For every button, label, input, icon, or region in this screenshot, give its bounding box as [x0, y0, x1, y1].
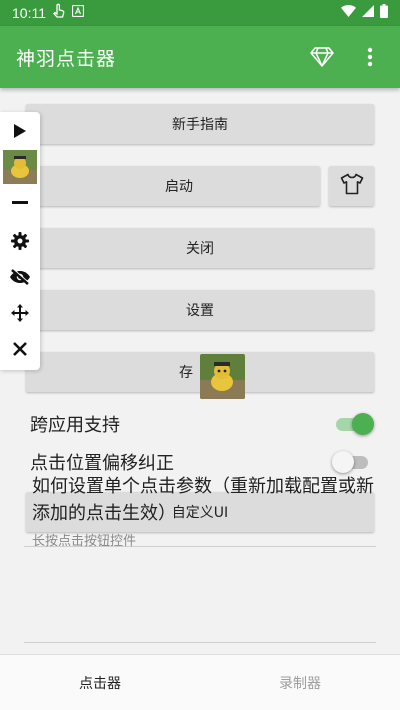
app-a-icon — [71, 4, 85, 21]
cross-app-row: 跨应用支持 — [30, 406, 374, 442]
tab-recorder[interactable]: 录制器 — [200, 655, 400, 710]
bottom-nav: 点击器 录制器 — [0, 654, 400, 710]
play-icon[interactable] — [0, 116, 40, 146]
wifi-icon — [341, 5, 356, 21]
theme-button[interactable] — [329, 166, 374, 206]
tshirt-icon — [340, 173, 364, 199]
signal-icon — [362, 5, 374, 21]
tab-clicker[interactable]: 点击器 — [0, 655, 200, 710]
close-button[interactable]: 关闭 — [26, 228, 374, 268]
divider — [24, 642, 376, 643]
avatar-thumbnail[interactable] — [0, 150, 40, 184]
floating-target-thumbnail[interactable] — [200, 354, 245, 399]
close-icon[interactable] — [0, 334, 40, 364]
offset-fix-label: 点击位置偏移纠正 — [30, 453, 174, 474]
start-button[interactable]: 启动 — [38, 166, 320, 206]
cross-app-switch[interactable] — [334, 413, 374, 435]
save-button-label: 存 — [179, 365, 193, 381]
eye-off-icon[interactable] — [0, 262, 40, 292]
gear-icon[interactable] — [0, 226, 40, 256]
status-bar: 10:11 — [0, 0, 400, 26]
cross-app-label: 跨应用支持 — [30, 415, 120, 436]
guide-button[interactable]: 新手指南 — [26, 104, 374, 144]
app-title: 神羽点击器 — [16, 47, 117, 70]
move-icon[interactable] — [0, 298, 40, 328]
help-subtitle: 长按点击按钮控件 — [32, 534, 137, 549]
floating-toolbar — [0, 112, 40, 370]
app-bar: 神羽点击器 — [0, 26, 400, 88]
status-time: 10:11 — [12, 5, 46, 21]
gesture-icon — [52, 3, 66, 23]
battery-icon — [380, 4, 388, 22]
settings-button[interactable]: 设置 — [26, 290, 374, 330]
help-title: 如何设置单个点击参数（重新加载配置或新添加的点击生效） — [32, 476, 374, 524]
minus-icon[interactable] — [0, 188, 40, 218]
more-vert-icon[interactable] — [356, 43, 384, 71]
diamond-icon[interactable] — [308, 43, 336, 71]
offset-fix-switch[interactable] — [332, 451, 370, 473]
